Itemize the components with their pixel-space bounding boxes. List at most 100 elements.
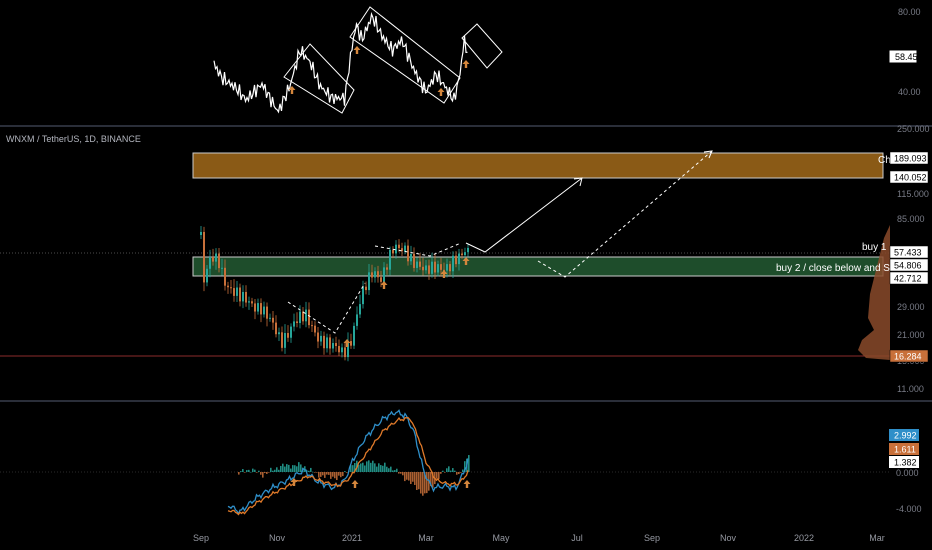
- orange-target-zone[interactable]: [192, 152, 884, 179]
- rsi-axis-tick: 40.00: [898, 87, 921, 97]
- candle-body: [284, 333, 286, 348]
- candle-body: [230, 287, 232, 289]
- candle-body: [323, 335, 325, 349]
- macd-histogram-bar: [274, 469, 276, 472]
- candle-body: [248, 301, 250, 303]
- macd-histogram-bar: [334, 472, 336, 479]
- candle-body: [293, 321, 295, 327]
- symbol-label: WNXM / TetherUS, 1D, BINANCE: [6, 134, 141, 144]
- macd-histogram-bar: [394, 470, 396, 472]
- time-axis-label: Mar: [869, 533, 885, 543]
- macd-histogram-bar: [312, 471, 314, 473]
- candle-body: [203, 231, 205, 283]
- macd-histogram-bar: [256, 472, 258, 473]
- price-label: 140.052: [894, 173, 927, 183]
- macd-histogram-bar: [418, 472, 420, 490]
- candle-body: [377, 271, 379, 278]
- price-axis-tick: 115.000: [897, 189, 929, 199]
- macd-histogram-bar: [392, 470, 394, 472]
- macd-histogram-bar: [372, 460, 374, 472]
- candle-body: [386, 267, 388, 270]
- macd-histogram-bar: [448, 466, 450, 472]
- candle-body: [281, 332, 283, 348]
- price-label: 57.433: [894, 248, 922, 258]
- price-axis-tick: 21.000: [897, 330, 925, 340]
- candle-body: [359, 304, 361, 315]
- candle-body: [317, 332, 319, 342]
- macd-label: 2.992: [894, 431, 917, 441]
- time-axis-label: Nov: [269, 533, 286, 543]
- macd-histogram-bar: [246, 470, 248, 472]
- candle-body: [224, 267, 226, 286]
- macd-histogram-bar: [412, 472, 414, 482]
- macd-histogram-bar: [290, 468, 292, 472]
- candle-body: [257, 303, 259, 312]
- macd-histogram-bar: [330, 472, 332, 479]
- macd-histogram-bar: [288, 464, 290, 472]
- time-axis-label: Mar: [418, 533, 434, 543]
- macd-histogram-bar: [252, 468, 254, 472]
- macd-histogram-bar: [420, 472, 422, 494]
- macd-histogram-bar: [452, 468, 454, 472]
- candle-body: [371, 272, 373, 278]
- candle-body: [365, 286, 367, 291]
- candle-body: [200, 231, 202, 235]
- macd-histogram-bar: [462, 469, 464, 472]
- macd-histogram-bar: [250, 471, 252, 473]
- candle-body: [410, 253, 412, 262]
- macd-histogram-bar: [360, 463, 362, 472]
- macd-histogram-bar: [326, 472, 328, 475]
- macd-label: 1.382: [894, 458, 917, 468]
- candle-body: [215, 253, 217, 262]
- candle-body: [314, 325, 316, 333]
- candle-body: [242, 291, 244, 302]
- macd-histogram-bar: [254, 469, 256, 472]
- macd-histogram-bar: [368, 460, 370, 472]
- macd-histogram-bar: [362, 462, 364, 472]
- candle-body: [233, 288, 235, 296]
- macd-histogram-bar: [270, 467, 272, 472]
- candle-body: [278, 332, 280, 335]
- macd-histogram-bar: [248, 469, 250, 472]
- macd-histogram-bar: [390, 466, 392, 472]
- candle-body: [353, 325, 355, 346]
- candle-body: [212, 257, 214, 262]
- macd-histogram-bar: [406, 472, 408, 480]
- candle-body: [221, 267, 223, 269]
- time-axis-label: Nov: [720, 533, 737, 543]
- candle-body: [464, 252, 466, 256]
- macd-histogram-bar: [398, 472, 400, 474]
- candle-body: [272, 317, 274, 323]
- macd-histogram-bar: [422, 472, 424, 496]
- candle-body: [287, 333, 289, 338]
- candle-body: [290, 326, 292, 338]
- candle-body: [308, 309, 310, 326]
- candle-body: [236, 287, 238, 296]
- macd-histogram-bar: [314, 472, 316, 473]
- candle-body: [305, 309, 307, 322]
- macd-histogram-bar: [414, 472, 416, 485]
- macd-histogram-bar: [320, 472, 322, 477]
- candle-body: [446, 264, 448, 271]
- macd-axis-tick: 0.000: [896, 468, 919, 478]
- candle-body: [449, 264, 451, 272]
- time-axis-label: Sep: [644, 533, 660, 543]
- buy1-label: buy 1: [862, 242, 887, 253]
- trading-chart[interactable]: 80.00 40.00 58.45 WNXM / TetherUS, 1D, B…: [0, 0, 932, 550]
- macd-labels: 2.992 1.611 1.382: [889, 429, 919, 468]
- candle-body: [434, 261, 436, 273]
- rsi-axis-tick: 80.00: [898, 7, 921, 17]
- macd-histogram-bar: [292, 465, 294, 472]
- candle-body: [239, 287, 241, 302]
- macd-histogram-bar: [242, 469, 244, 472]
- candle-body: [428, 265, 430, 274]
- candle-body: [416, 261, 418, 268]
- price-label: 16.284: [894, 352, 922, 362]
- macd-histogram-bar: [262, 472, 264, 478]
- macd-histogram-bar: [264, 472, 266, 474]
- candle-body: [263, 306, 265, 315]
- candle-body: [452, 255, 454, 272]
- macd-histogram-bar: [276, 467, 278, 472]
- candle-body: [374, 271, 376, 278]
- price-axis-tick: 250.000: [897, 124, 930, 134]
